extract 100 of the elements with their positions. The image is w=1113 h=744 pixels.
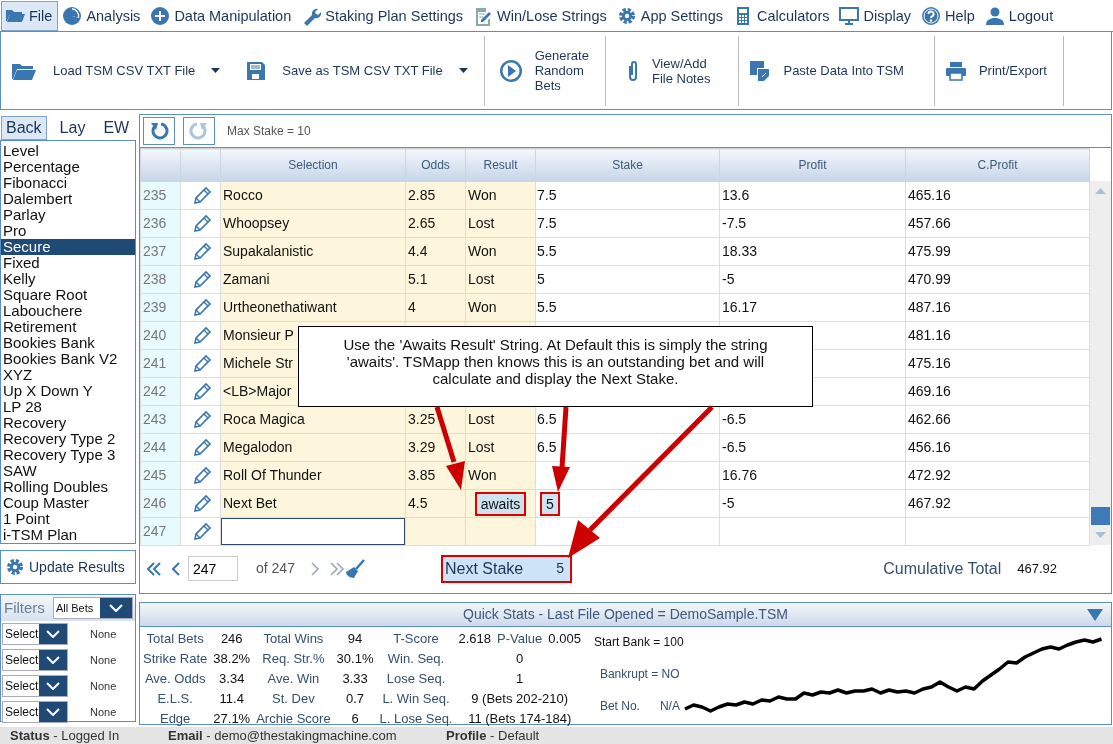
plan-item[interactable]: Rolling Doubles [1, 479, 135, 495]
row-number: 246 [140, 489, 181, 518]
plan-item[interactable]: Secure [1, 239, 135, 255]
pencil-icon[interactable] [191, 242, 212, 263]
plan-item[interactable]: SAW [1, 463, 135, 479]
caret-icon [211, 68, 221, 73]
plan-tab[interactable]: Lay [54, 116, 91, 140]
undo-icon [149, 121, 169, 141]
plan-item[interactable]: Pro [1, 223, 135, 239]
plan-item[interactable]: 1 Point [1, 511, 135, 527]
menu-item[interactable]: Win/Lose Strings [469, 0, 613, 31]
plan-item[interactable]: LP 28 [1, 399, 135, 415]
table-cell: 4.4 [405, 237, 466, 266]
table-cell: Lost [465, 209, 536, 238]
row-number: 247 [140, 517, 181, 546]
column-header[interactable]: Selection [220, 148, 406, 182]
plan-tab[interactable]: Back [1, 116, 47, 140]
stat-value: 11.4 [218, 690, 245, 709]
table-cell: Rocco [220, 181, 406, 210]
plan-item[interactable]: Labouchere [1, 303, 135, 319]
stat-value: 0.005 [547, 630, 582, 649]
pencil-icon[interactable] [191, 382, 212, 403]
cumulative-total-label: Cumulative Total [883, 558, 1002, 579]
pencil-icon[interactable] [191, 494, 212, 515]
pencil-icon[interactable] [191, 214, 212, 235]
plan-item[interactable]: Level [1, 143, 135, 159]
plan-tab[interactable]: EW [98, 116, 135, 140]
menu-item[interactable]: Calculators [728, 0, 836, 31]
menu-item[interactable]: Display [835, 0, 918, 31]
pencil-icon[interactable] [191, 354, 212, 375]
toolbar-button[interactable]: Load TSM CSV TXT File [1, 35, 237, 106]
scrollbar-thumb[interactable] [1091, 507, 1110, 525]
pencil-icon[interactable] [191, 326, 212, 347]
previous-page-icon[interactable] [170, 560, 182, 577]
table-cell: 16.76 [719, 461, 906, 490]
menu-item[interactable]: Data Manipulation [146, 0, 298, 31]
plan-item[interactable]: XYZ [1, 367, 135, 383]
stat-label: Strike Rate [142, 650, 209, 669]
table-cell: 462.66 [905, 405, 1090, 434]
toolbar-button[interactable]: Save as TSM CSV TXT File [236, 35, 484, 106]
plan-item[interactable]: Bookies Bank V2 [1, 351, 135, 367]
table-cell: 18.33 [719, 237, 906, 266]
plan-item[interactable]: Fixed [1, 255, 135, 271]
undo-button[interactable] [143, 117, 175, 145]
column-header[interactable]: Profit [719, 148, 906, 182]
table-cell: Whoopsey [220, 209, 406, 238]
table-cell: 470.99 [905, 265, 1090, 294]
row-number: 244 [140, 433, 181, 462]
pencil-icon[interactable] [191, 522, 212, 543]
dropdown[interactable]: All Bets [53, 597, 133, 619]
plan-item[interactable]: i-TSM Plan [1, 527, 135, 543]
pencil-icon[interactable] [191, 438, 212, 459]
stat-value: 0.7 [345, 690, 366, 709]
toolbar-button[interactable]: Generate Random Bets [483, 35, 605, 106]
toolbar-button[interactable]: Paste Data Into TSM [738, 35, 934, 106]
plan-item[interactable]: Dalembert [1, 191, 135, 207]
plan-item[interactable]: Recovery [1, 415, 135, 431]
pencil-icon[interactable] [191, 298, 212, 319]
column-header[interactable]: Stake [535, 148, 720, 182]
pencil-icon[interactable] [191, 270, 212, 291]
plan-item[interactable]: Fibonacci [1, 175, 135, 191]
scrollbar[interactable] [1090, 181, 1111, 545]
column-header[interactable]: Odds [405, 148, 466, 182]
chevron-down-icon [46, 656, 60, 664]
column-header[interactable]: C.Profit [905, 148, 1090, 182]
toolbar-button[interactable]: Print/Export [933, 35, 1064, 106]
column-header[interactable]: Result [465, 148, 536, 182]
first-page-icon[interactable] [146, 560, 162, 577]
next-stake-label: Next Stake [444, 558, 524, 579]
table-cell: 5.5 [535, 293, 720, 322]
plan-item[interactable]: Recovery Type 3 [1, 447, 135, 463]
update-results-button[interactable]: Update Results [0, 550, 136, 584]
row-number: 235 [140, 181, 181, 210]
plan-item[interactable]: Parlay [1, 207, 135, 223]
menu-item[interactable]: App Settings [612, 0, 729, 31]
toolbar-button[interactable]: View/Add File Notes [604, 35, 739, 106]
pencil-icon[interactable] [191, 410, 212, 431]
broom-icon[interactable] [344, 558, 365, 579]
bet-number-value: N/A [659, 699, 680, 713]
plan-item[interactable]: Square Root [1, 287, 135, 303]
page-field[interactable]: 247 [188, 556, 238, 581]
menu-item[interactable]: Analysis [58, 0, 147, 31]
pencil-icon[interactable] [191, 186, 212, 207]
menu-item[interactable]: Staking Plan Settings [297, 0, 470, 31]
menu-item[interactable]: Logout [980, 0, 1060, 31]
menu-item[interactable]: Help [917, 0, 981, 31]
plan-item[interactable]: Percentage [1, 159, 135, 175]
plan-item[interactable]: Coup Master [1, 495, 135, 511]
menu-item[interactable]: File [1, 0, 59, 31]
table-cell: 5 [535, 265, 720, 294]
document-pencil-icon [473, 5, 494, 26]
collapse-icon[interactable] [1087, 609, 1103, 621]
plan-item[interactable]: Up X Down Y [1, 383, 135, 399]
plan-item[interactable]: Retirement [1, 319, 135, 335]
input-field[interactable] [221, 518, 405, 545]
plan-item[interactable]: Kelly [1, 271, 135, 287]
plan-item[interactable]: Recovery Type 2 [1, 431, 135, 447]
pencil-icon[interactable] [191, 466, 212, 487]
plan-item[interactable]: Bookies Bank [1, 335, 135, 351]
table-cell: Won [465, 461, 536, 490]
